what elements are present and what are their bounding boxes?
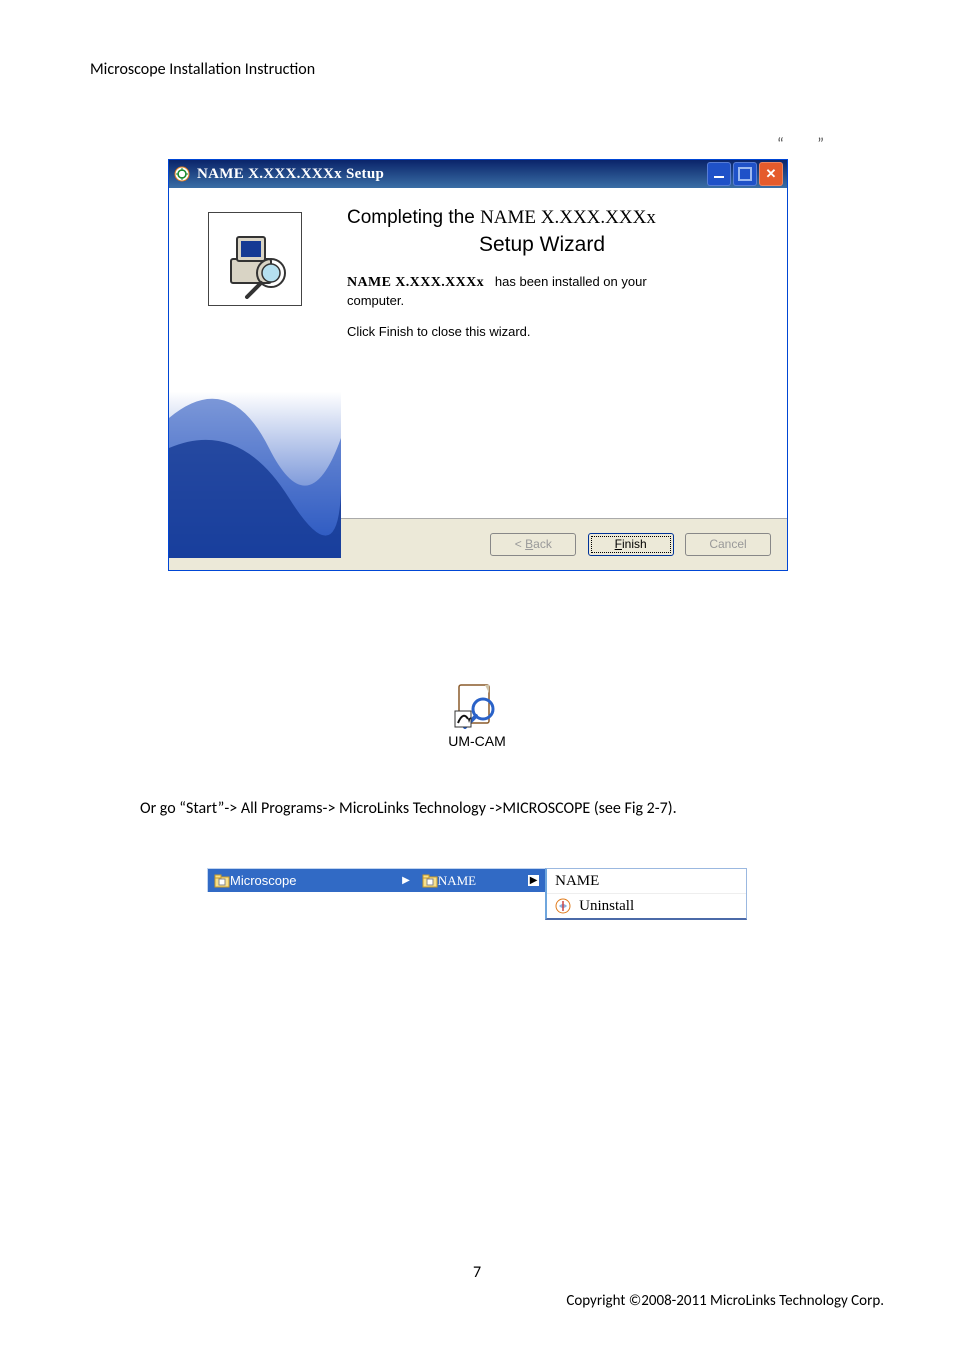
startmenu-submenu: NAME Uninstall [545, 868, 747, 920]
close-button[interactable]: ✕ [759, 162, 783, 186]
dialog-title: NAME X.XXX.XXXx Setup [197, 166, 707, 183]
instruction-paragraph: Or go “Start”-> All Programs-> MicroLink… [140, 799, 844, 818]
wizard-left-pane [169, 188, 341, 518]
wizard-body-line1: NAME X.XXX.XXXx has been installed on yo… [347, 274, 767, 291]
startmenu-item-uninstall[interactable]: Uninstall [547, 893, 746, 918]
wizard-body-line2: Click Finish to close this wizard. [347, 324, 767, 339]
submenu-arrow-icon: ▶ [528, 875, 539, 886]
startmenu-col1-label: Microscope [230, 873, 296, 888]
desktop-shortcut[interactable]: UM-CAM [437, 681, 517, 749]
heading-product: NAME X.XXX.XXXx [480, 207, 656, 228]
body-rest: has been installed on your [495, 274, 647, 289]
wizard-finish-icon [208, 212, 302, 306]
startmenu-item-name-folder[interactable]: NAME ▶ [416, 868, 545, 892]
page-header: Microscope Installation Instruction [90, 60, 864, 79]
start-menu-path: Microscope ▶ NAME ▶ NAME [207, 868, 747, 920]
quote-open: “ [777, 135, 784, 154]
folder-icon [422, 873, 438, 889]
startmenu-item-microscope[interactable]: Microscope ▶ [207, 868, 416, 892]
startmenu-col3a-label: NAME [555, 873, 599, 890]
maximize-button [733, 162, 757, 186]
copyright: Copyright ©2008-2011 MicroLinks Technolo… [0, 1292, 954, 1310]
heading-line2: Setup Wizard [317, 231, 767, 258]
quote-close: ” [817, 135, 824, 154]
wizard-body-line1-end: computer. [347, 293, 767, 308]
wizard-heading: Completing the NAME X.XXX.XXXx Setup Wiz… [347, 206, 767, 258]
startmenu-item-name-app[interactable]: NAME [547, 869, 746, 893]
stray-quotes: “ ” [777, 135, 824, 154]
startmenu-col3b-label: Uninstall [579, 898, 634, 915]
submenu-arrow-icon: ▶ [402, 875, 410, 886]
uninstall-icon [555, 898, 571, 914]
back-button: < Back [490, 533, 576, 556]
page-footer: 7 Copyright ©2008-2011 MicroLinks Techno… [0, 1263, 954, 1310]
cancel-button: Cancel [685, 533, 771, 556]
dialog-titlebar: NAME X.XXX.XXXx Setup ✕ [169, 160, 787, 188]
body-product: NAME X.XXX.XXXx [347, 275, 484, 290]
finish-button[interactable]: Finish [588, 533, 674, 556]
um-cam-icon [453, 681, 501, 729]
heading-prefix: Completing the [347, 207, 475, 228]
folder-icon [214, 873, 230, 889]
setup-wizard-dialog: NAME X.XXX.XXXx Setup ✕ [168, 159, 786, 571]
minimize-button[interactable] [707, 162, 731, 186]
desktop-shortcut-label: UM-CAM [437, 733, 517, 749]
startmenu-col2-label: NAME [438, 873, 476, 889]
page-number: 7 [0, 1263, 954, 1282]
app-icon [173, 165, 191, 183]
wizard-right-pane: Completing the NAME X.XXX.XXXx Setup Wiz… [341, 188, 787, 518]
